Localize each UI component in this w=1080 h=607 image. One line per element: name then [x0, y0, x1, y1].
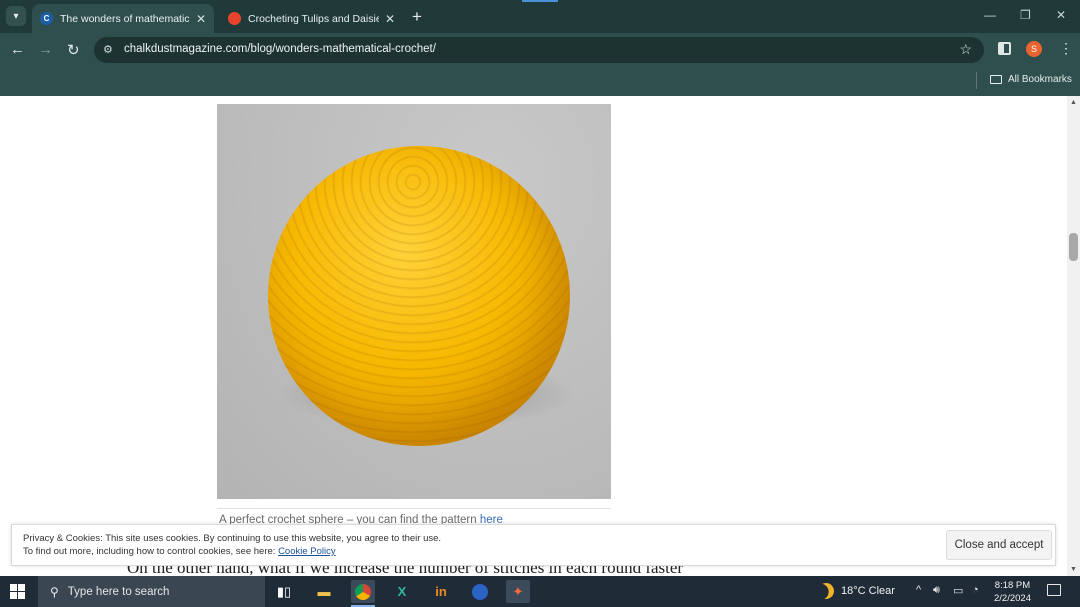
- battery-icon[interactable]: ▭: [953, 584, 963, 597]
- word-logo: [472, 583, 488, 600]
- tab-strip: ▾ C The wonders of mathematical c ✕ Croc…: [0, 0, 1080, 33]
- chrome-logo: [355, 583, 371, 600]
- moon-icon: [815, 580, 837, 602]
- address-bar[interactable]: ⚙ chalkdustmagazine.com/blog/wonders-mat…: [94, 37, 984, 63]
- in-app-icon[interactable]: in: [429, 580, 453, 603]
- excel-like-app-icon[interactable]: X: [390, 580, 414, 603]
- clock-date: 2/2/2024: [994, 593, 1031, 604]
- tab-active[interactable]: C The wonders of mathematical c ✕: [32, 4, 214, 33]
- cookie-banner: Privacy & Cookies: This site uses cookie…: [11, 524, 1056, 566]
- chalkdust-favicon-icon: C: [40, 12, 53, 25]
- scroll-down-arrow-icon[interactable]: ▼: [1070, 566, 1077, 573]
- yellow-crochet-sphere: [268, 146, 570, 446]
- wifi-icon[interactable]: ◔: [972, 584, 979, 596]
- tab-search-button[interactable]: ▾: [6, 6, 26, 26]
- tab-crocheting[interactable]: Crocheting Tulips and Daisies | ✕: [220, 4, 403, 33]
- scroll-up-arrow-icon[interactable]: ▲: [1070, 99, 1077, 106]
- reload-icon[interactable]: ↻: [67, 41, 80, 59]
- taskbar-search-box[interactable]: ⚲ Type here to search: [38, 576, 265, 607]
- task-view-icon[interactable]: ▮▯: [272, 580, 296, 603]
- window-close-icon[interactable]: ✕: [1056, 8, 1066, 22]
- windows-taskbar: ⚲ Type here to search ▮▯ ▬ X in ✦ 18°C C…: [0, 576, 1080, 607]
- page-scrollbar[interactable]: ▲ ▼: [1067, 96, 1080, 576]
- close-and-accept-button[interactable]: Close and accept: [946, 530, 1052, 560]
- clock-time: 8:18 PM: [994, 580, 1031, 591]
- tray-chevron-up-icon[interactable]: ^: [916, 584, 921, 596]
- web-page: A perfect crochet sphere – you can find …: [0, 96, 1067, 576]
- menu-kebab-icon[interactable]: ⋮: [1059, 40, 1073, 57]
- bookmarks-separator: [976, 72, 977, 89]
- close-tab-icon[interactable]: ✕: [196, 12, 206, 26]
- new-tab-plus-icon[interactable]: +: [412, 7, 422, 27]
- profile-avatar[interactable]: S: [1026, 41, 1042, 57]
- cookie-policy-link[interactable]: Cookie Policy: [278, 546, 336, 557]
- chevron-down-icon: ▾: [13, 10, 19, 22]
- ravelry-favicon-icon: [228, 12, 241, 25]
- search-placeholder: Type here to search: [67, 585, 170, 598]
- url-text: chalkdustmagazine.com/blog/wonders-mathe…: [124, 43, 436, 55]
- bookmark-star-icon[interactable]: ☆: [959, 41, 972, 58]
- all-bookmarks-button[interactable]: All Bookmarks: [990, 74, 1072, 85]
- caption-divider: [217, 508, 611, 509]
- minimize-icon[interactable]: —: [984, 8, 996, 22]
- tab-title: Crocheting Tulips and Daisies |: [248, 12, 379, 25]
- app-icon[interactable]: ✦: [506, 580, 530, 603]
- back-arrow-icon[interactable]: ←: [10, 41, 25, 58]
- chrome-icon[interactable]: [351, 580, 375, 603]
- search-icon: ⚲: [50, 584, 59, 599]
- tab-indicator: [522, 0, 558, 2]
- navigation-toolbar: ← → ↻ ⚙ chalkdustmagazine.com/blog/wonde…: [0, 33, 1080, 67]
- browser-chrome: ▾ C The wonders of mathematical c ✕ Croc…: [0, 0, 1080, 96]
- cookie-more-info-text: To find out more, including how to contr…: [23, 546, 276, 557]
- word-icon[interactable]: [468, 580, 492, 603]
- cookie-notice-text: Privacy & Cookies: This site uses cookie…: [23, 533, 442, 544]
- restore-icon[interactable]: ❐: [1020, 8, 1031, 22]
- notification-icon[interactable]: [1047, 584, 1061, 596]
- forward-arrow-icon[interactable]: →: [38, 41, 53, 58]
- weather-widget[interactable]: 18°C Clear: [818, 583, 895, 599]
- taskbar-clock[interactable]: 8:18 PM 2/2/2024: [994, 579, 1031, 605]
- folder-icon: [990, 75, 1002, 84]
- cookie-more-info: To find out more, including how to contr…: [23, 546, 336, 557]
- bookmarks-bar: All Bookmarks: [0, 67, 1080, 96]
- close-tab-icon[interactable]: ✕: [385, 12, 395, 26]
- side-panel-icon[interactable]: [998, 42, 1011, 55]
- crochet-sphere-image: [217, 104, 611, 499]
- windows-start-icon[interactable]: [10, 584, 25, 599]
- file-explorer-icon[interactable]: ▬: [312, 580, 336, 603]
- speaker-icon[interactable]: 🔊︎: [933, 584, 940, 597]
- weather-text: 18°C Clear: [841, 585, 895, 597]
- scroll-thumb[interactable]: [1069, 233, 1078, 261]
- tab-title: The wonders of mathematical c: [60, 12, 190, 25]
- all-bookmarks-label: All Bookmarks: [1008, 74, 1072, 85]
- site-info-icon[interactable]: ⚙: [103, 43, 117, 57]
